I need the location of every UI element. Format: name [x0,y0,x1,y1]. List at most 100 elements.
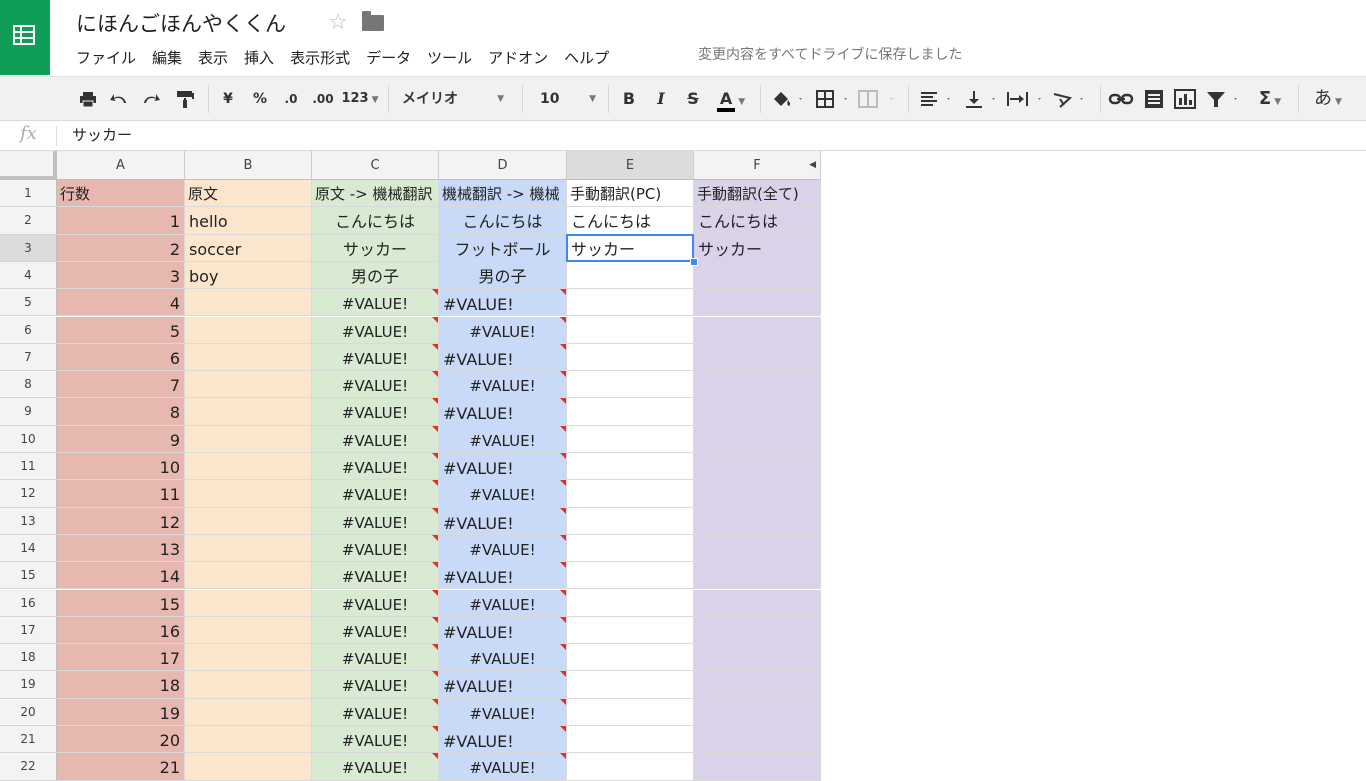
cell-f15[interactable] [694,562,821,590]
cell-c15[interactable]: #VALUE! [312,562,439,590]
cell-e1[interactable]: 手動翻訳(PC) [567,180,694,208]
cell-e7[interactable] [567,343,694,372]
cell-e10[interactable] [567,425,694,453]
cell-f18[interactable] [694,644,821,672]
cell-a2[interactable]: 1 [57,207,185,235]
cell-f4[interactable] [694,261,821,290]
cell-d2[interactable]: こんにちは [439,207,567,235]
cell-c10[interactable]: #VALUE! [312,425,439,453]
cell-f13[interactable] [694,507,821,535]
cell-e8[interactable] [567,371,694,399]
cell-d3[interactable]: フットボール [439,234,567,262]
font-size-dropdown[interactable]: 10 ▼ [540,85,600,113]
cell-c22[interactable]: #VALUE! [312,753,439,781]
column-header-f[interactable]: F ◀ [694,151,821,180]
cell-b9[interactable] [185,398,312,426]
cell-e20[interactable] [567,698,694,726]
row-header[interactable]: 8 [0,371,57,399]
cell-c16[interactable]: #VALUE! [312,589,439,617]
cell-a8[interactable]: 7 [57,371,185,399]
cell-c7[interactable]: #VALUE! [312,343,439,372]
cell-b18[interactable] [185,644,312,672]
cell-a7[interactable]: 6 [57,343,185,372]
column-header-b[interactable]: B [185,151,312,180]
cell-c12[interactable]: #VALUE! [312,480,439,508]
row-header[interactable]: 9 [0,398,57,426]
cell-a19[interactable]: 18 [57,671,185,699]
cell-d17[interactable]: #VALUE! [439,616,567,645]
menu-file[interactable]: ファイル [68,46,144,70]
text-color-button[interactable]: A ▼ [712,85,750,113]
row-header[interactable]: 2 [0,207,57,235]
cell-f17[interactable] [694,616,821,645]
cell-b17[interactable] [185,616,312,645]
document-title[interactable]: にほんごほんやくくん [76,8,286,38]
star-icon[interactable]: ☆ [328,10,348,35]
cell-e21[interactable] [567,726,694,754]
cell-c9[interactable]: #VALUE! [312,398,439,426]
cell-f1[interactable]: 手動翻訳(全て) [694,180,821,208]
currency-format-button[interactable]: ¥ [220,85,236,113]
cell-b14[interactable] [185,534,312,563]
cell-e12[interactable] [567,480,694,508]
cell-f9[interactable] [694,398,821,426]
number-format-dropdown[interactable]: 123 ▼ [340,85,380,113]
fill-color-icon[interactable] [770,85,806,113]
decrease-decimal-button[interactable]: .0 [280,85,302,113]
cell-e9[interactable] [567,398,694,426]
strikethrough-button[interactable]: S [684,85,702,113]
italic-button[interactable]: I [652,85,670,113]
cell-d20[interactable]: #VALUE! [439,698,567,726]
functions-button[interactable]: Σ ▼ [1252,85,1288,113]
cell-f8[interactable] [694,371,821,399]
cell-e14[interactable] [567,534,694,563]
select-all-corner[interactable] [0,151,57,180]
cell-a17[interactable]: 16 [57,616,185,645]
cell-c4[interactable]: 男の子 [312,261,439,290]
cell-a13[interactable]: 12 [57,507,185,535]
cell-c18[interactable]: #VALUE! [312,644,439,672]
cell-d4[interactable]: 男の子 [439,261,567,290]
cell-b10[interactable] [185,425,312,453]
row-header[interactable]: 18 [0,644,57,672]
text-rotation-icon[interactable] [1050,85,1092,113]
print-icon[interactable] [78,85,98,113]
formula-input[interactable]: サッカー [72,124,132,146]
cell-d12[interactable]: #VALUE! [439,480,567,508]
cell-b1[interactable]: 原文 [185,180,312,208]
cell-d1[interactable]: 機械翻訳 -> 機械 [439,180,567,208]
row-header[interactable]: 7 [0,343,57,372]
cell-c1[interactable]: 原文 -> 機械翻訳 [312,180,439,208]
paint-format-icon[interactable] [174,85,196,113]
cell-a18[interactable]: 17 [57,644,185,672]
cell-d11[interactable]: #VALUE! [439,453,567,481]
cell-d19[interactable]: #VALUE! [439,671,567,699]
cell-d7[interactable]: #VALUE! [439,343,567,372]
cell-f5[interactable] [694,289,821,317]
menu-format[interactable]: 表示形式 [282,46,358,70]
cell-a4[interactable]: 3 [57,261,185,290]
save-status[interactable]: 変更内容をすべてドライブに保存しました [698,45,962,65]
cell-e11[interactable] [567,453,694,481]
text-wrap-icon[interactable] [1004,85,1048,113]
bold-button[interactable]: B [620,85,638,113]
cell-e18[interactable] [567,644,694,672]
cell-c3[interactable]: サッカー [312,234,439,262]
cell-b2[interactable]: hello [185,207,312,235]
cell-d6[interactable]: #VALUE! [439,316,567,344]
redo-icon[interactable] [140,85,162,113]
cell-f7[interactable] [694,343,821,372]
sheets-logo-icon[interactable] [0,0,50,75]
cell-b5[interactable] [185,289,312,317]
cell-a22[interactable]: 21 [57,753,185,781]
cell-c14[interactable]: #VALUE! [312,534,439,563]
column-header-a[interactable]: A [57,151,185,180]
menu-data[interactable]: データ [358,46,419,70]
cell-e2[interactable]: こんにちは [567,207,694,235]
cell-c11[interactable]: #VALUE! [312,453,439,481]
cell-b8[interactable] [185,371,312,399]
undo-icon[interactable] [108,85,130,113]
row-header[interactable]: 3 [0,234,57,262]
cell-c19[interactable]: #VALUE! [312,671,439,699]
insert-chart-icon[interactable] [1172,85,1198,113]
